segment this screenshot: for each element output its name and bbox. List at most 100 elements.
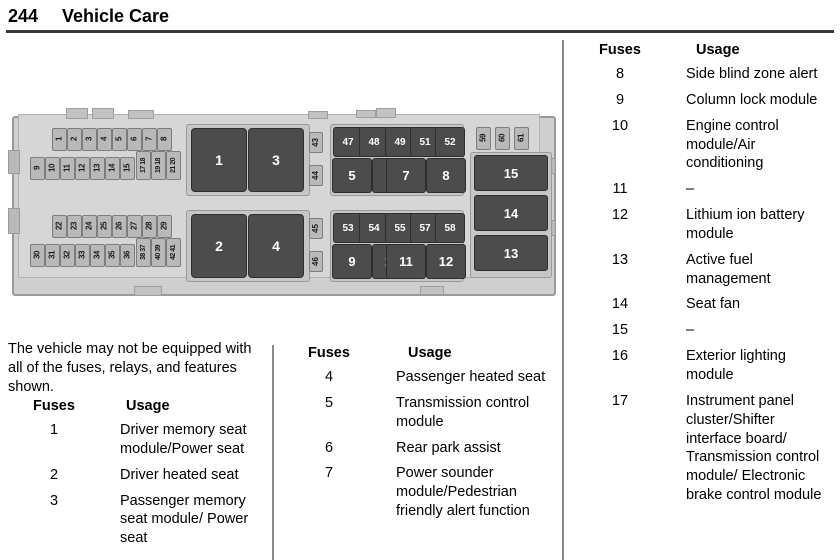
relay-12[interactable]: 12 — [426, 244, 466, 279]
table-header-row: Fuses Usage — [288, 345, 550, 361]
header-divider — [6, 30, 834, 33]
table-row: 7 Power sounder module/Pedestrian friend… — [288, 464, 550, 521]
fuse-52[interactable]: 52 — [435, 127, 465, 157]
table-row: 13 Active fuel management — [580, 251, 832, 289]
mini-fuse[interactable]: 11 — [60, 157, 75, 180]
fuse-usage: Instrument panel cluster/Shifter interfa… — [686, 392, 822, 504]
mini-fuse-60[interactable]: 60 — [495, 127, 510, 150]
mini-fuse[interactable]: 29 — [157, 215, 172, 238]
mini-fuse-double[interactable]: 40 39 — [151, 238, 166, 267]
mini-fuse[interactable]: 8 — [157, 128, 172, 151]
side-label-43: 43 — [309, 132, 323, 153]
mini-fuse-61[interactable]: 61 — [514, 127, 529, 150]
relay-11[interactable]: 11 — [386, 244, 426, 279]
relay-7[interactable]: 7 — [386, 158, 426, 193]
mini-fuse[interactable]: 36 — [120, 244, 135, 267]
clip-tab — [376, 108, 396, 118]
fuse-number: 8 — [615, 66, 625, 82]
mini-fuse-double[interactable]: 21 20 — [166, 151, 181, 180]
clip-tab — [66, 108, 88, 119]
mini-fuse-double[interactable]: 38 37 — [136, 238, 151, 267]
fuse-number: 9 — [615, 91, 625, 108]
mini-fuse[interactable]: 9 — [30, 157, 45, 180]
mini-fuse[interactable]: 10 — [45, 157, 60, 180]
mini-fuse[interactable]: 33 — [75, 244, 90, 267]
mini-fuse-59[interactable]: 59 — [476, 127, 491, 150]
side-label-45: 45 — [309, 218, 323, 239]
mini-fuse[interactable]: 23 — [67, 215, 82, 238]
mini-fuse[interactable]: 3 — [82, 128, 97, 151]
fuse-usage: – — [686, 322, 695, 339]
mini-fuse[interactable]: 15 — [120, 157, 135, 180]
mini-fuse[interactable]: 32 — [60, 244, 75, 267]
table-row: 12 Lithium ion battery module — [580, 206, 832, 244]
mini-fuse[interactable]: 26 — [112, 215, 127, 238]
relay-14[interactable]: 14 — [474, 195, 548, 231]
mini-fuse[interactable]: 5 — [112, 128, 127, 151]
fuse-usage: Passenger heated seat — [396, 369, 546, 385]
table-row: 5 Transmission control module — [288, 394, 550, 432]
mini-fuse-double[interactable]: 19 18 — [151, 151, 166, 180]
mini-fuse[interactable]: 12 — [75, 157, 90, 180]
mini-fuse[interactable]: 30 — [30, 244, 45, 267]
relay-13[interactable]: 13 — [474, 235, 548, 271]
page-header: 244 Vehicle Care — [0, 0, 840, 32]
mini-fuse[interactable]: 1 — [52, 128, 67, 151]
table-header-row: Fuses Usage — [8, 398, 266, 414]
fuse-number: 5 — [324, 394, 334, 411]
fuse-usage: Passenger memory seat module/ Power seat — [120, 492, 249, 547]
mini-fuse[interactable]: 6 — [127, 128, 142, 151]
mini-fuse[interactable]: 31 — [45, 244, 60, 267]
mini-fuse[interactable]: 22 — [52, 215, 67, 238]
fuse-usage: Rear park assist — [396, 439, 501, 456]
clip-tab — [134, 286, 162, 296]
header-usage: Usage — [696, 42, 740, 58]
relay-4[interactable]: 4 — [248, 214, 304, 278]
mini-fuse[interactable]: 13 — [90, 157, 105, 180]
relay-3[interactable]: 3 — [248, 128, 304, 192]
clip-tab — [308, 111, 328, 119]
equipment-note: The vehicle may not be equipped with all… — [8, 341, 252, 396]
mini-fuse-double[interactable]: 17 18 — [136, 151, 151, 180]
table-row: 9 Column lock module — [580, 91, 832, 110]
table-row: 16 Exterior lighting module — [580, 347, 832, 385]
fuse-usage: Power sounder module/Pedestrian friendly… — [396, 465, 530, 520]
fuse-usage: Active fuel management — [686, 251, 771, 287]
mini-fuse[interactable]: 14 — [105, 157, 120, 180]
fuse-table-1: Fuses Usage 1 Driver memory seat module/… — [8, 398, 266, 548]
table-row: 3 Passenger memory seat module/ Power se… — [8, 492, 266, 549]
fuse-usage: Driver heated seat — [120, 466, 239, 483]
relay-8[interactable]: 8 — [426, 158, 466, 193]
fuse-number: 10 — [611, 117, 629, 134]
header-fuses: Fuses — [33, 398, 75, 414]
relay-2[interactable]: 2 — [191, 214, 247, 278]
mini-fuse[interactable]: 24 — [82, 215, 97, 238]
relay-5[interactable]: 5 — [332, 158, 372, 193]
fuse-number: 3 — [49, 492, 59, 509]
relay-1[interactable]: 1 — [191, 128, 247, 192]
header-fuses: Fuses — [599, 42, 641, 58]
page-title: Vehicle Care — [62, 6, 170, 26]
mini-fuse[interactable]: 27 — [127, 215, 142, 238]
fuse-number: 14 — [611, 296, 629, 313]
mini-fuse[interactable]: 28 — [142, 215, 157, 238]
fuse-number: 12 — [611, 207, 629, 224]
mini-fuse[interactable]: 7 — [142, 128, 157, 151]
relay-9[interactable]: 9 — [332, 244, 372, 279]
clip-tab — [356, 110, 376, 118]
mini-fuse-double[interactable]: 42 41 — [166, 238, 181, 267]
side-label-44: 44 — [309, 165, 323, 186]
fuse-usage: Exterior lighting module — [686, 348, 786, 383]
fuse-58[interactable]: 58 — [435, 213, 465, 243]
mini-fuse[interactable]: 4 — [97, 128, 112, 151]
fuse-number: 1 — [49, 422, 59, 438]
table-row: 14 Seat fan — [580, 295, 832, 314]
side-notch — [8, 208, 20, 234]
mini-fuse[interactable]: 35 — [105, 244, 120, 267]
relay-15[interactable]: 15 — [474, 155, 548, 191]
mini-fuse[interactable]: 25 — [97, 215, 112, 238]
mini-fuse[interactable]: 34 — [90, 244, 105, 267]
fuse-usage: Driver memory seat module/Power seat — [120, 422, 247, 457]
clip-tab — [128, 110, 154, 119]
mini-fuse[interactable]: 2 — [67, 128, 82, 151]
